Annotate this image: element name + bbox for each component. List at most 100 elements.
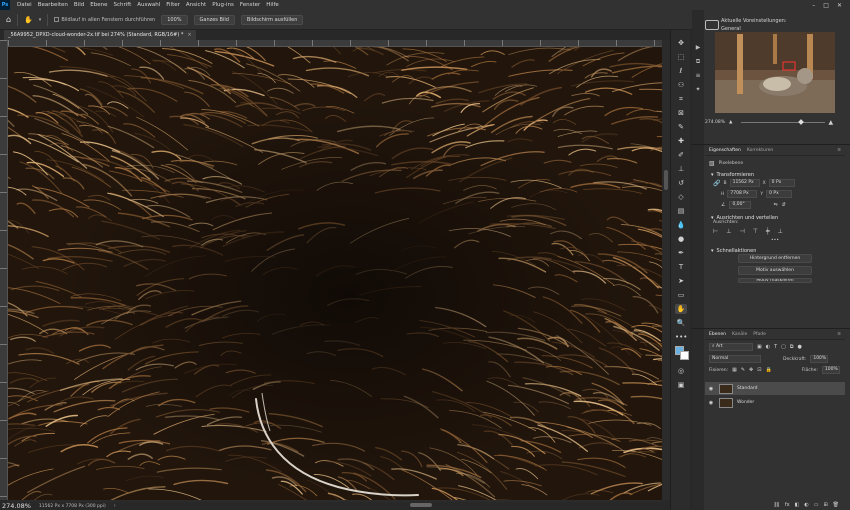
brush-settings-icon[interactable]: ✦ xyxy=(694,86,702,94)
tab-korrekturen[interactable]: Korrekturen xyxy=(747,148,773,153)
mask-subject-button[interactable]: Motiv maskieren xyxy=(738,278,812,283)
lasso-icon[interactable]: ℓ xyxy=(675,66,687,76)
align-top-icon[interactable]: ⊤ xyxy=(753,228,758,235)
blend-mode-select[interactable]: Normal xyxy=(709,355,761,363)
layer-filter-select[interactable]: ⌕ Art xyxy=(709,343,753,351)
close-tab-icon[interactable]: × xyxy=(187,32,191,38)
dodge-icon[interactable]: ● xyxy=(675,234,687,244)
fill-screen-button[interactable]: Bildschirm ausfüllen xyxy=(240,14,304,25)
new-layer-icon[interactable]: ⊞ xyxy=(823,502,827,508)
zoom-level[interactable]: 274.08% xyxy=(2,502,31,510)
hand-tool-icon[interactable]: ✋ xyxy=(24,16,33,24)
zoom-in-icon[interactable]: ▲ xyxy=(829,119,834,126)
document-info[interactable]: 11562 Px x 7708 Px (300 ppi) xyxy=(39,504,106,509)
background-color[interactable] xyxy=(680,351,689,360)
menu-bearbeiten[interactable]: Bearbeiten xyxy=(35,0,71,10)
y-field[interactable]: 0 Px xyxy=(766,190,793,198)
zoom-icon[interactable]: 🔍 xyxy=(675,318,687,328)
lock-all-icon[interactable]: 🔒 xyxy=(765,367,771,373)
hand-icon[interactable]: ✋ xyxy=(675,304,687,314)
collapse-chevron-icon[interactable]: ▾ xyxy=(711,248,714,254)
visibility-eye-icon[interactable]: ◉ xyxy=(707,400,715,406)
brush-icon[interactable]: ✐ xyxy=(675,150,687,160)
layer-name[interactable]: Wonder xyxy=(737,400,754,405)
align-vcenter-icon[interactable]: ╪ xyxy=(766,228,770,235)
filter-pixel-icon[interactable]: ▣ xyxy=(757,344,762,350)
visibility-eye-icon[interactable]: ◉ xyxy=(707,386,715,392)
fit-screen-button[interactable]: Ganzes Bild xyxy=(193,14,235,25)
align-section[interactable]: ▾ Ausrichten und verteilen xyxy=(705,209,845,221)
layer-name[interactable]: Standard xyxy=(737,386,757,391)
trash-icon[interactable]: 🗑 xyxy=(833,502,839,508)
screen-mode-icon[interactable]: ▣ xyxy=(675,380,687,390)
layer-row-standard[interactable]: ◉ Standard xyxy=(705,382,845,395)
align-right-icon[interactable]: ⊣ xyxy=(739,228,744,235)
filter-smart-icon[interactable]: ⧉ xyxy=(790,344,794,350)
home-icon[interactable]: ⌂ xyxy=(6,15,11,24)
tab-ebenen[interactable]: Ebenen xyxy=(709,332,726,337)
menu-datei[interactable]: Datei xyxy=(14,0,35,10)
filter-adjust-icon[interactable]: ◐ xyxy=(766,344,770,350)
more-options[interactable]: ••• xyxy=(705,235,845,243)
opacity-field[interactable]: 100% xyxy=(810,355,829,363)
link-icon[interactable]: ⛓ xyxy=(774,502,780,508)
transform-section[interactable]: ▾ Transformieren xyxy=(705,167,845,178)
navigator-zoom-slider[interactable] xyxy=(740,119,825,125)
flip-vertical-icon[interactable]: ⇵ xyxy=(782,202,786,208)
zoom-100-button[interactable]: 100% xyxy=(161,14,188,25)
type-icon[interactable]: T xyxy=(675,262,687,272)
stamp-icon[interactable]: ⊥ xyxy=(675,164,687,174)
x-field[interactable]: 0 Px xyxy=(768,179,795,187)
maximize-icon[interactable]: □ xyxy=(823,2,829,9)
adjustment-icon[interactable]: ◐ xyxy=(804,502,808,508)
object-select-icon[interactable]: ⚇ xyxy=(675,80,687,90)
gradient-icon[interactable]: ▤ xyxy=(675,206,687,216)
menu-bild[interactable]: Bild xyxy=(71,0,87,10)
close-window-icon[interactable]: ✕ xyxy=(837,2,842,9)
lock-artboard-icon[interactable]: ⊡ xyxy=(757,367,761,373)
color-swatches[interactable] xyxy=(675,346,689,360)
tab-eigenschaften[interactable]: Eigenschaften xyxy=(709,148,741,153)
move-icon[interactable]: ✥ xyxy=(675,38,687,48)
document-canvas[interactable] xyxy=(8,47,662,500)
vertical-scrollbar[interactable] xyxy=(662,40,670,500)
group-icon[interactable]: ▭ xyxy=(814,502,819,508)
width-field[interactable]: 11562 Px xyxy=(729,179,760,187)
history-brush-icon[interactable]: ↺ xyxy=(675,178,687,188)
panel-menu-icon[interactable]: ≡ xyxy=(837,332,841,337)
menu-ebene[interactable]: Ebene xyxy=(87,0,110,10)
filter-toggle-icon[interactable]: ● xyxy=(797,344,801,350)
menu-ansicht[interactable]: Ansicht xyxy=(183,0,209,10)
menu-fenster[interactable]: Fenster xyxy=(237,0,263,10)
angle-field[interactable]: 0,00° xyxy=(729,201,752,209)
collapse-chevron-icon[interactable]: ▾ xyxy=(711,172,714,178)
pen-icon[interactable]: ✒ xyxy=(675,248,687,258)
navigator-zoom-value[interactable]: 274.08% xyxy=(705,120,725,125)
adjust-icon[interactable]: ≡ xyxy=(694,72,702,80)
minimize-icon[interactable]: – xyxy=(812,2,815,9)
eraser-icon[interactable]: ◇ xyxy=(675,192,687,202)
panel-menu-icon[interactable]: ≡ xyxy=(837,148,841,153)
tab-kanaele[interactable]: Kanäle xyxy=(732,332,747,337)
layer-row-wonder[interactable]: ◉ Wonder xyxy=(705,396,845,409)
healing-brush-icon[interactable]: ✚ xyxy=(675,136,687,146)
path-select-icon[interactable]: ➤ xyxy=(675,276,687,286)
fill-field[interactable]: 100% xyxy=(821,366,840,374)
marquee-icon[interactable]: ⬚ xyxy=(675,52,687,62)
flip-horizontal-icon[interactable]: ⇋ xyxy=(773,202,777,208)
lock-position-icon[interactable]: ✥ xyxy=(749,367,753,373)
align-bottom-icon[interactable]: ⊥ xyxy=(778,228,783,235)
scrollbar-thumb[interactable] xyxy=(664,170,668,190)
menu-plugins[interactable]: Plug-ins xyxy=(209,0,237,10)
height-field[interactable]: 7708 Px xyxy=(727,190,758,198)
menu-auswahl[interactable]: Auswahl xyxy=(134,0,163,10)
checkbox-box[interactable] xyxy=(54,17,60,22)
quick-actions-section[interactable]: ▾ Schnellaktionen xyxy=(705,243,845,254)
align-hcenter-icon[interactable]: ⊥ xyxy=(726,228,731,235)
link-dimensions-icon[interactable]: 🔗 xyxy=(713,180,720,187)
blur-icon[interactable]: 💧 xyxy=(675,220,687,230)
menu-hilfe[interactable]: Hilfe xyxy=(263,0,282,10)
rectangle-icon[interactable]: ▭ xyxy=(675,290,687,300)
eyedropper-icon[interactable]: ✎ xyxy=(675,122,687,132)
document-tab[interactable]: _56A9952_DPXD-cloud-wonder-2x.tif bei 27… xyxy=(4,30,196,40)
